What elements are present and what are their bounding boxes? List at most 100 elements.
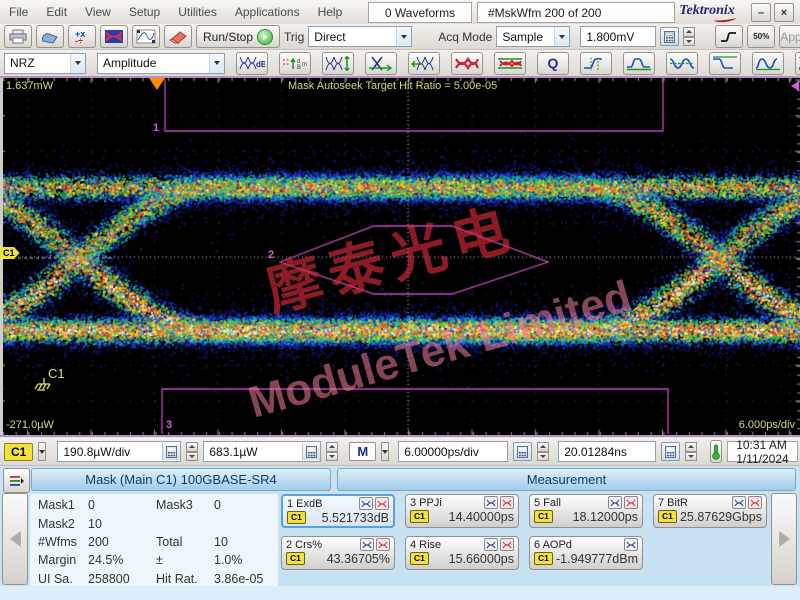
eye-red-icon[interactable] [748, 496, 762, 509]
eye-blue-icon[interactable] [484, 538, 498, 551]
trigger-edge-button[interactable] [715, 25, 744, 48]
eye-blue-icon[interactable] [624, 538, 638, 551]
vertical-position-field[interactable]: 683.1µW [203, 441, 322, 462]
trigger-level-field[interactable]: 1.800mV [580, 26, 657, 47]
measurement-name: 3 PPJi [410, 496, 442, 509]
menu-view[interactable]: View [76, 5, 120, 19]
eye-histogram-button[interactable] [494, 51, 526, 75]
vertical-position-stepper[interactable] [326, 442, 339, 461]
calculator-icon [517, 445, 529, 458]
vertical-scale-field[interactable]: 190.8µW/div [57, 441, 182, 462]
panel-scroll-left-button[interactable] [2, 493, 28, 585]
eye-blue-icon[interactable] [732, 496, 746, 509]
menu-help[interactable]: Help [309, 5, 352, 19]
mask-hscale-button[interactable] [365, 51, 397, 75]
svg-text:B: B [297, 65, 301, 71]
keypad-button[interactable] [302, 443, 321, 460]
timebase-readout: 6.000ps/div [738, 419, 795, 431]
horizontal-delay-field[interactable]: 20.01284ns [558, 441, 657, 462]
mask-align-left-button[interactable] [408, 51, 440, 75]
horizontal-scale-stepper[interactable] [537, 442, 550, 461]
temperature-button[interactable] [710, 440, 723, 463]
measure-cross-button[interactable] [666, 51, 698, 75]
measurement-card-crs[interactable]: 2 Crs% C1 43.36705% [281, 536, 395, 570]
stat-value: 10 [88, 516, 102, 531]
trigger-position-marker[interactable] [149, 78, 165, 90]
menu-setup[interactable]: Setup [120, 5, 169, 19]
eye-red-icon[interactable] [500, 538, 514, 551]
optical-dbm-button[interactable]: dBm [279, 51, 311, 75]
trigger-level-keypad-button[interactable] [660, 27, 680, 46]
keypad-button[interactable] [661, 442, 681, 461]
measurement-card-bitr[interactable]: 7 BitR C1 25.87629Gbps [653, 494, 767, 528]
app-button[interactable]: App [779, 25, 800, 48]
measurement-card-ppji[interactable]: 3 PPJi C1 14.40000ps [405, 494, 519, 528]
eye-red-icon[interactable] [375, 497, 389, 510]
fifty-percent-label: 50% [753, 32, 770, 41]
eye-color-grade-button[interactable] [451, 51, 483, 75]
acq-mode-label: Acq Mode [438, 29, 493, 44]
vertical-position-value: 683.1µW [209, 444, 258, 459]
panel-scroll-right-button[interactable] [771, 493, 797, 585]
measure-period-button[interactable] [752, 51, 784, 75]
measure-rise-button[interactable] [580, 51, 612, 75]
eye-blue-icon[interactable] [359, 497, 373, 510]
run-stop-button[interactable]: Run/Stop [196, 25, 281, 48]
q-factor-label: Q [547, 55, 559, 71]
mask-vertical-fit-button[interactable] [322, 51, 354, 75]
measurement-panel-header[interactable]: Measurement [337, 468, 796, 491]
mask-autoseek-banner: Mask Autoseek Target Hit Ratio = 5.00e-0… [288, 80, 498, 92]
chevron-down-icon[interactable] [38, 442, 47, 461]
measurement-card-rise[interactable]: 4 Rise C1 15.66000ps [405, 536, 519, 570]
q-factor-button[interactable]: Q [537, 51, 569, 75]
measurement-value: 25.87629Gbps [679, 509, 762, 524]
menu-utilities[interactable]: Utilities [169, 5, 226, 19]
minimize-button[interactable]: – [751, 3, 771, 22]
set-fifty-percent-button[interactable]: 50% [747, 25, 776, 48]
timebase-badge[interactable]: M [349, 442, 377, 461]
mask-panel-title: Mask (Main C1) 100GBASE-SR4 [85, 472, 277, 487]
menu-file[interactable]: File [0, 5, 37, 19]
x-green-axis-icon [369, 56, 393, 71]
svg-text:m: m [302, 62, 307, 68]
mask-test-button[interactable] [100, 25, 128, 48]
measure-pulse-button[interactable] [623, 51, 655, 75]
acq-mode-select[interactable]: Sample [496, 26, 571, 47]
mask-db-button[interactable]: dB [236, 51, 268, 75]
measure-category-select[interactable]: Amplitude [97, 52, 225, 74]
waveform-edit-button[interactable] [132, 25, 160, 48]
close-button[interactable]: × [774, 3, 794, 22]
vertical-scale-stepper[interactable] [186, 442, 199, 461]
measure-fall-button[interactable] [709, 51, 741, 75]
source-badge: C1 [534, 510, 553, 523]
mask-panel-header[interactable]: Mask (Main C1) 100GBASE-SR4 [31, 468, 331, 491]
touch-pointer-button[interactable] [36, 25, 64, 48]
measurement-card-fall[interactable]: 5 Fall C1 18.12000ps [529, 494, 643, 528]
eye-blue-icon[interactable] [608, 496, 622, 509]
panel-menu-button[interactable] [3, 468, 30, 493]
trigger-level-stepper[interactable] [683, 27, 696, 46]
eye-red-icon[interactable] [376, 538, 390, 551]
measurement-card-aopd[interactable]: 6 AOPd C1 -1.949777dBm [529, 536, 643, 570]
horizontal-scale-field[interactable]: 6.00000ps/div [398, 441, 509, 462]
vertical-scale-button[interactable]: +x -÷ [68, 25, 96, 48]
chevron-down-icon[interactable] [381, 442, 390, 461]
channel-select-badge[interactable]: C1 [4, 442, 34, 461]
eye-red-icon[interactable] [624, 496, 638, 509]
clear-button[interactable] [164, 25, 192, 48]
menu-edit[interactable]: Edit [37, 5, 76, 19]
eye-red-icon[interactable] [500, 496, 514, 509]
horizontal-delay-stepper[interactable] [685, 442, 698, 461]
keypad-button[interactable] [513, 442, 533, 461]
measurement-card-exdb[interactable]: 1 ExdB C1 5.521733dB [281, 494, 395, 528]
signal-type-value: NRZ [10, 56, 35, 70]
signal-type-select[interactable]: NRZ [4, 52, 86, 74]
keypad-button[interactable] [162, 443, 181, 460]
eye-blue-icon[interactable] [484, 496, 498, 509]
eye-blue-icon[interactable] [360, 538, 374, 551]
trigger-source-select[interactable]: Direct [308, 26, 413, 47]
menu-applications[interactable]: Applications [226, 5, 309, 19]
measure-amplitude-button[interactable] [795, 51, 800, 75]
main-toolbar: +x -÷ Run/Stop Trig Direct Acq Mode Sampl… [0, 24, 800, 50]
print-button[interactable] [4, 25, 32, 48]
